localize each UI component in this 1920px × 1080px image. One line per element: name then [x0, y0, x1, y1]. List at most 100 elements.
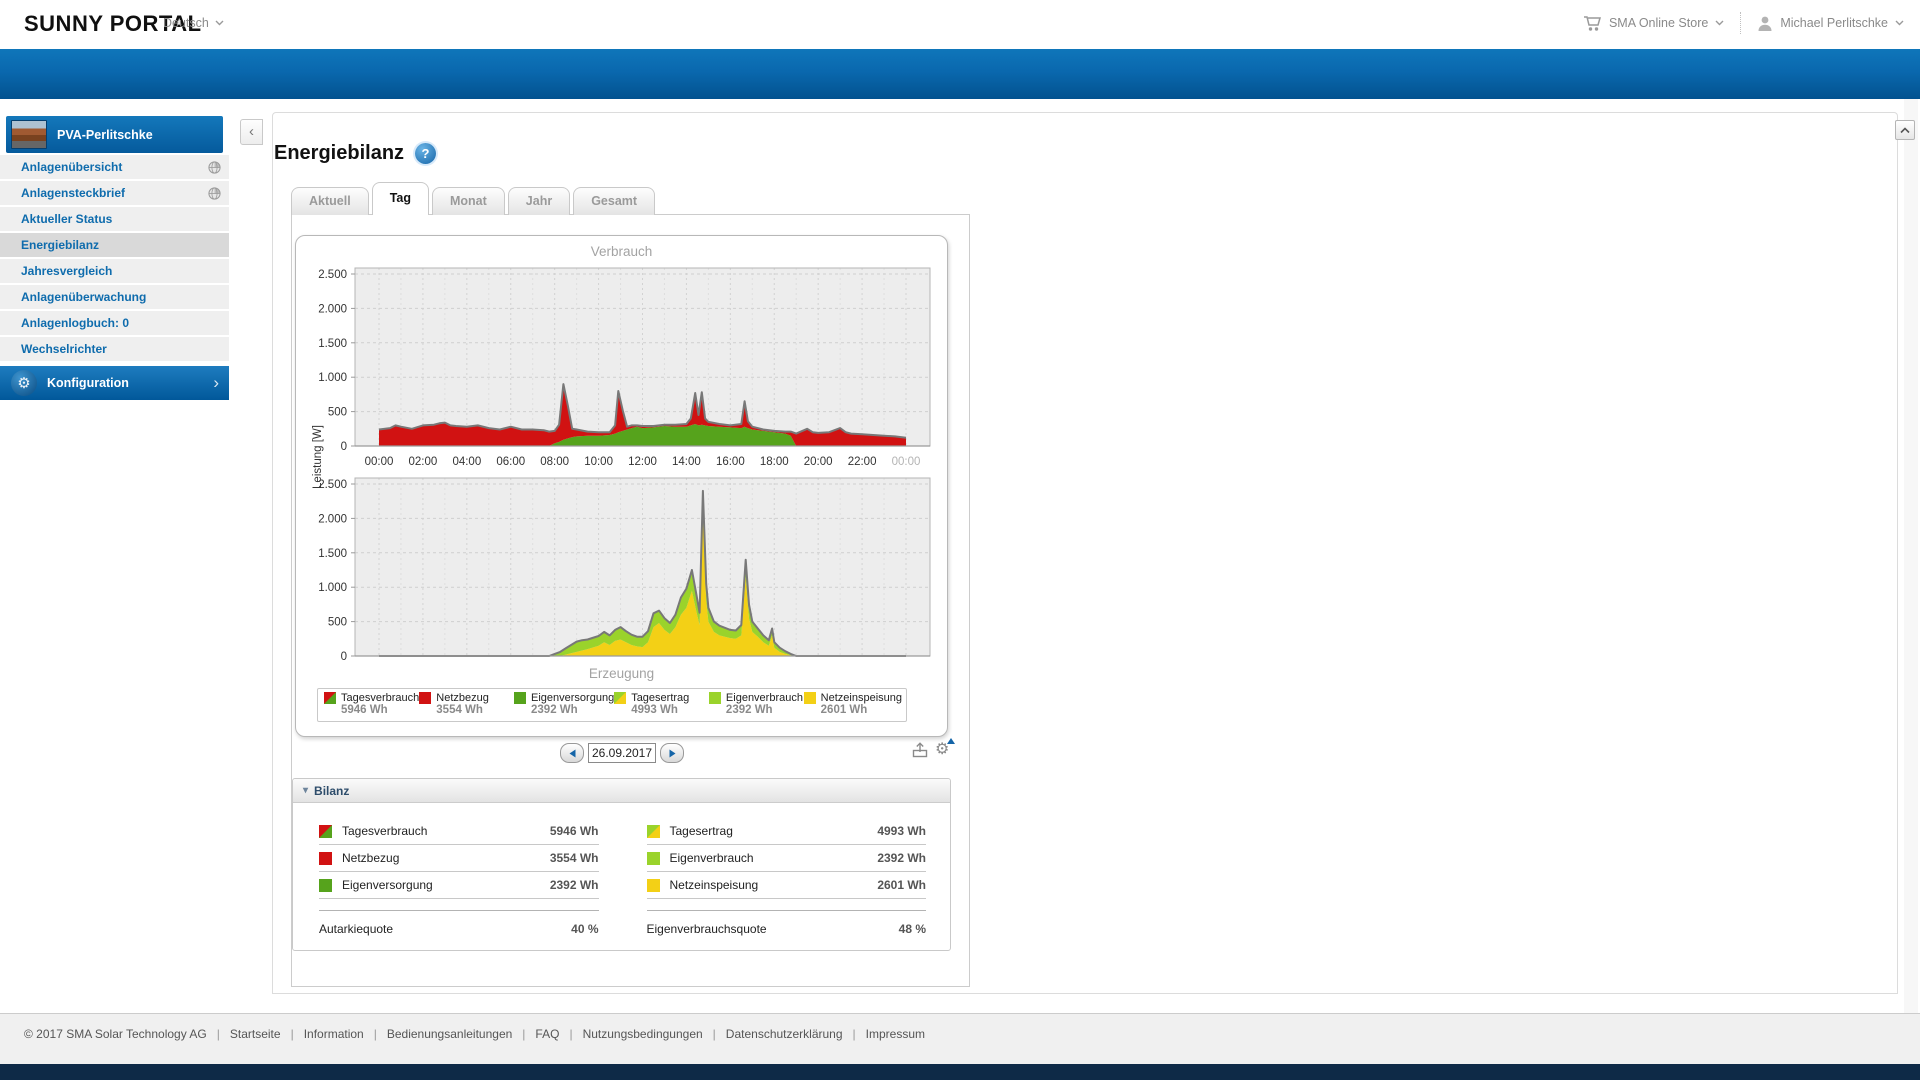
- tab-gesamt[interactable]: Gesamt: [573, 187, 656, 215]
- globe-icon: [208, 187, 221, 200]
- bilanz-swatch: [646, 878, 660, 892]
- page-title-row: Energiebilanz ?: [274, 142, 437, 165]
- tab-bar: Aktuell Tag Monat Jahr Gesamt: [291, 182, 656, 215]
- sidebar-item-jahresvergleich[interactable]: Jahresvergleich: [0, 259, 229, 285]
- arrow-right-icon: [669, 749, 675, 757]
- chart-legend: Tagesverbrauch 5946 Wh Netzbezug 3554 Wh Eig…: [317, 688, 907, 722]
- svg-text:0: 0: [341, 651, 347, 663]
- user-label: Michael Perlitschke: [1780, 16, 1888, 30]
- footer-separator: |: [373, 1027, 377, 1041]
- bilanz-header[interactable]: ▾ Bilanz: [293, 779, 950, 803]
- bilanz-label: Eigenverbrauch: [669, 851, 754, 865]
- plant-name: PVA-Perlitschke: [57, 127, 153, 142]
- footer-link-bedienungsanleitungen[interactable]: Bedienungsanleitungen: [387, 1027, 512, 1041]
- tab-tag[interactable]: Tag: [371, 182, 429, 215]
- config-label: Konfiguration: [47, 376, 129, 390]
- footer-link-information[interactable]: Information: [304, 1027, 364, 1041]
- bilanz-swatch: [319, 878, 332, 892]
- svg-text:2.500: 2.500: [318, 269, 347, 281]
- sidebar-item-aktueller-status[interactable]: Aktueller Status: [0, 207, 229, 233]
- header-divider: [1740, 12, 1742, 34]
- quote-row: Eigenverbrauchsquote 48 %: [646, 910, 926, 936]
- footer-link-impressum[interactable]: Impressum: [866, 1027, 925, 1041]
- footer-link-datenschutzerklärung[interactable]: Datenschutzerklärung: [726, 1027, 843, 1041]
- date-input[interactable]: [588, 743, 656, 763]
- chart-box: Verbrauch 0 500 1.000 1.500 2.000 2.500 00:00 0…: [295, 235, 948, 737]
- sidebar-item-anlagenübersicht[interactable]: Anlagenübersicht: [0, 155, 229, 181]
- header-right: SMA Online Store Michael Perlitschke: [1583, 12, 1904, 34]
- bilanz-swatch: [646, 851, 660, 865]
- svg-text:1.000: 1.000: [318, 582, 347, 594]
- chevron-down-icon: [1895, 20, 1904, 26]
- date-nav: [560, 743, 684, 763]
- sidebar-item-label: Jahresvergleich: [21, 264, 113, 278]
- svg-text:2.000: 2.000: [318, 513, 347, 525]
- language-select[interactable]: Deutsch: [163, 16, 224, 30]
- svg-text:18:00: 18:00: [760, 456, 789, 468]
- footer-separator: |: [522, 1027, 526, 1041]
- bilanz-col-left: Tagesverbrauch 5946 Wh Netzbezug 3554 Wh Eig…: [319, 818, 599, 936]
- sidebar-item-wechselrichter[interactable]: Wechselrichter: [0, 337, 229, 363]
- tab-jahr[interactable]: Jahr: [507, 187, 571, 215]
- bilanz-label: Eigenversorgung: [342, 878, 433, 892]
- cart-icon: [1583, 15, 1601, 31]
- collapse-panel-button[interactable]: ‹: [240, 119, 263, 145]
- legend-label: Tagesertrag: [631, 692, 690, 704]
- store-menu[interactable]: SMA Online Store: [1583, 15, 1724, 32]
- user-menu[interactable]: Michael Perlitschke: [1757, 15, 1904, 32]
- svg-text:22:00: 22:00: [848, 456, 877, 468]
- svg-text:500: 500: [328, 617, 347, 629]
- svg-text:500: 500: [328, 407, 347, 419]
- plant-header[interactable]: PVA-Perlitschke: [6, 116, 223, 153]
- quote-value: 48 %: [898, 922, 926, 936]
- svg-text:00:00: 00:00: [892, 456, 921, 468]
- svg-text:1.000: 1.000: [318, 372, 347, 384]
- footer-link-nutzungsbedingungen[interactable]: Nutzungsbedingungen: [583, 1027, 703, 1041]
- chevron-up-icon: [1900, 126, 1910, 133]
- legend-value: 5946 Wh: [341, 704, 388, 716]
- quote-row: Autarkiequote 40 %: [319, 910, 599, 936]
- bilanz-value: 2601 Wh: [877, 878, 926, 892]
- bilanz-row: Tagesertrag 4993 Wh: [646, 818, 926, 845]
- legend-item: Tagesverbrauch 5946 Wh: [324, 692, 419, 721]
- user-icon: [1758, 16, 1772, 31]
- bilanz-value: 3554 Wh: [549, 851, 599, 865]
- tab-monat[interactable]: Monat: [431, 187, 505, 215]
- sidebar-item-label: Energiebilanz: [21, 238, 100, 252]
- chart-settings-icon[interactable]: ⚙: [935, 738, 955, 759]
- legend-swatch: [614, 692, 627, 704]
- next-day-button[interactable]: [660, 743, 684, 763]
- footer-links: © 2017 SMA Solar Technology AG | Startseit…: [0, 1014, 1920, 1041]
- prev-day-button[interactable]: [560, 743, 584, 763]
- legend-item: Eigenverbrauch 2392 Wh: [708, 692, 804, 721]
- footer-link-startseite[interactable]: Startseite: [230, 1027, 281, 1041]
- sidebar-item-anlagenüberwachung[interactable]: Anlagenüberwachung: [0, 285, 229, 311]
- footer-link-faq[interactable]: FAQ: [535, 1027, 559, 1041]
- svg-text:16:00: 16:00: [716, 456, 745, 468]
- sidebar: PVA-Perlitschke Anlagenübersicht Anlagens…: [0, 99, 229, 1013]
- legend-value: 2392 Wh: [531, 704, 578, 716]
- svg-text:2.500: 2.500: [318, 479, 347, 491]
- language-label: Deutsch: [163, 16, 209, 30]
- export-icon[interactable]: [911, 741, 929, 759]
- sidebar-item-konfiguration[interactable]: ⚙ Konfiguration ›: [0, 366, 229, 400]
- quote-label: Autarkiequote: [319, 922, 394, 936]
- sidebar-item-label: Anlagenüberwachung: [21, 290, 147, 304]
- legend-value: 3554 Wh: [436, 704, 483, 716]
- sidebar-item-anlagensteckbrief[interactable]: Anlagensteckbrief: [0, 181, 229, 207]
- chevron-down-icon: [215, 20, 224, 26]
- page: SUNNY PORTAL Deutsch SMA Online Store Mi…: [0, 0, 1920, 1080]
- scroll-top-button[interactable]: [1895, 120, 1915, 140]
- help-icon[interactable]: ?: [415, 143, 437, 164]
- bilanz-body: Tagesverbrauch 5946 Wh Netzbezug 3554 Wh Eig…: [293, 803, 950, 950]
- legend-label: Tagesverbrauch: [341, 692, 420, 704]
- arrow-left-icon: [569, 749, 575, 757]
- sidebar-item-energiebilanz[interactable]: Energiebilanz: [0, 233, 229, 259]
- scrollbar-track[interactable]: [1904, 99, 1918, 1013]
- tab-aktuell[interactable]: Aktuell: [291, 187, 369, 215]
- svg-text:00:00: 00:00: [365, 456, 394, 468]
- legend-swatch: [419, 692, 432, 704]
- sidebar-item-anlagenlogbuch-0[interactable]: Anlagenlogbuch: 0: [0, 311, 229, 337]
- legend-label: Eigenverbrauch: [725, 692, 803, 704]
- footer-separator: |: [569, 1027, 573, 1041]
